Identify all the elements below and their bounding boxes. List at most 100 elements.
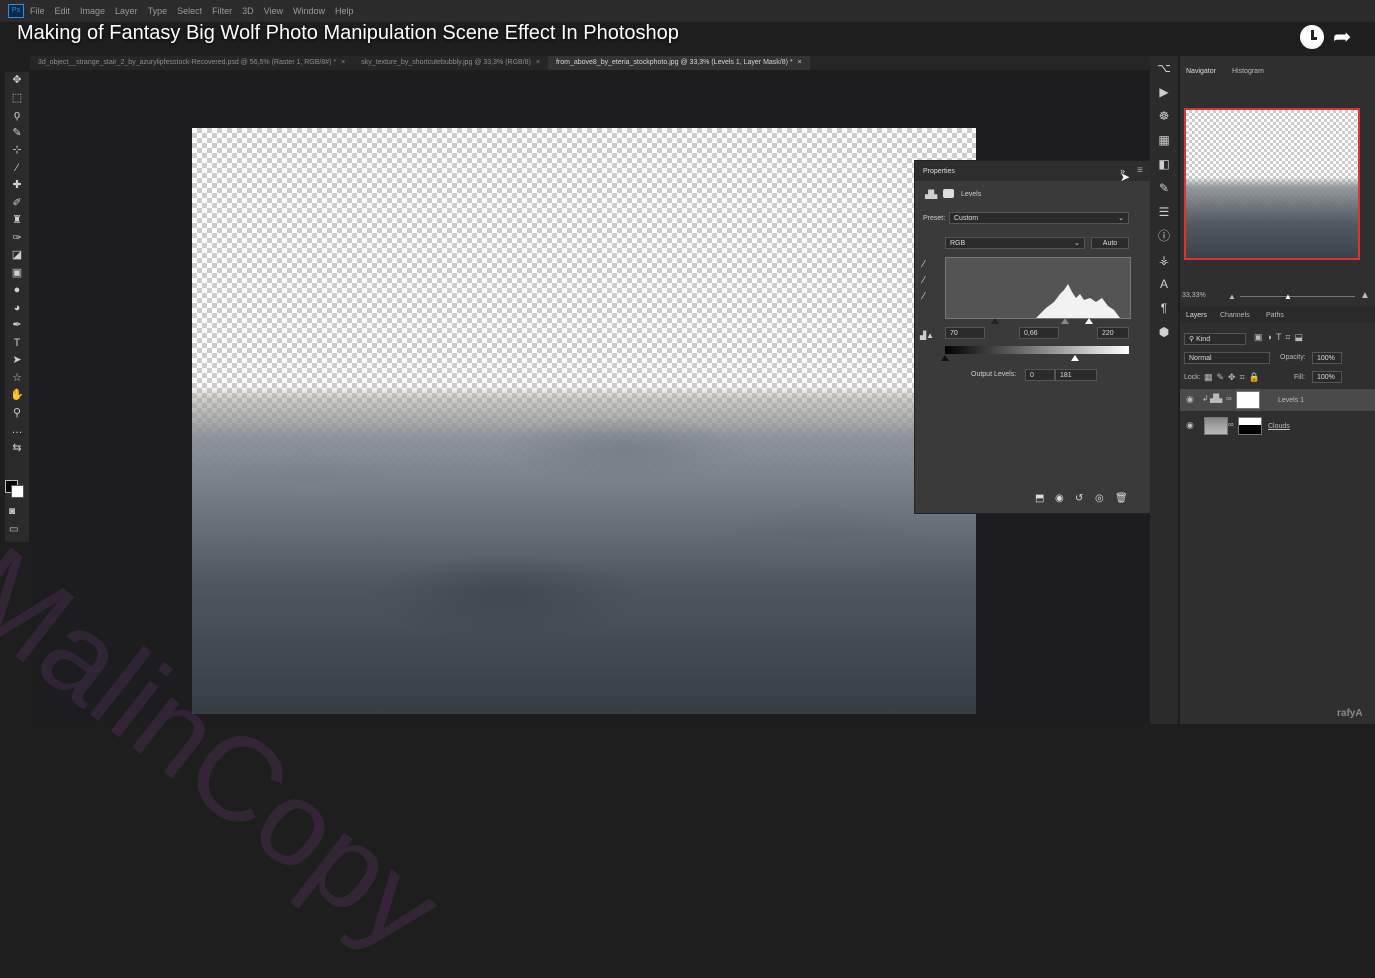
document-image[interactable] [192,128,976,714]
menu-edit[interactable]: Edit [55,6,71,16]
auto-button[interactable]: Auto [1091,237,1129,249]
tab-document-3[interactable]: from_above8_by_eteria_stockphoto.jpg @ 3… [547,56,810,70]
reset-icon[interactable]: ↺ [1075,493,1083,504]
view-previous-state-icon[interactable]: ◉ [1055,493,1064,504]
white-point-eyedropper-icon[interactable]: ⁄ [923,291,925,302]
quick-select-tool-icon[interactable]: ✎ [5,125,29,143]
screen-mode-icon[interactable]: ▭ [9,524,18,535]
layer-filter-kind[interactable]: ⚲ Kind [1184,333,1246,345]
close-icon[interactable]: × [798,59,802,66]
actions-play-icon[interactable]: ▶ [1150,80,1178,104]
pen-tool-icon[interactable]: ✒ [5,317,29,335]
layer-mask-thumbnail[interactable] [1238,417,1262,435]
shape-tool-icon[interactable]: ☆ [5,370,29,388]
tab-channels[interactable]: Channels [1220,312,1250,319]
tab-document-1[interactable]: 3d_object__strange_stair_2_by_azurylipfe… [30,56,353,70]
visibility-eye-icon[interactable]: ◎ [1095,493,1104,504]
input-gamma-field[interactable]: 0,66 [1019,327,1059,339]
input-gamma-slider[interactable] [1061,318,1069,324]
brush-settings-icon[interactable]: ✎ [1150,176,1178,200]
menu-3d[interactable]: 3D [242,6,254,16]
3d-materials-icon[interactable]: ⬢ [1150,320,1178,344]
link-icon[interactable]: ∞ [1228,420,1234,429]
zoom-tool-icon[interactable]: ⚲ [5,405,29,423]
brush-tool-icon[interactable]: ✐ [5,195,29,213]
zoom-out-icon[interactable]: ▲ [1228,292,1236,301]
type-tool-icon[interactable]: T [5,335,29,353]
eraser-tool-icon[interactable]: ◪ [5,247,29,265]
history-brush-tool-icon[interactable]: ✑ [5,230,29,248]
zoom-slider-track[interactable] [1240,296,1355,297]
navigator-thumbnail[interactable] [1184,108,1360,260]
opacity-field[interactable]: 100% [1312,352,1342,364]
quick-mask-icon[interactable]: ◙ [9,506,15,517]
layer-row-levels[interactable]: ◉ ↲ ▟▙ ∞ Levels 1 [1180,389,1375,411]
hand-tool-icon[interactable]: ✋ [5,387,29,405]
clone-stamp-tool-icon[interactable]: ♜ [5,212,29,230]
zoom-in-icon[interactable]: ▲ [1360,290,1370,301]
layer-filter-icons[interactable]: ▣◑T⌗⬓ [1254,332,1307,343]
blend-mode-dropdown[interactable]: Normal [1184,352,1270,364]
output-white-slider[interactable] [1071,355,1079,361]
layer-row-clouds[interactable]: ◉ ∞ Clouds [1180,415,1375,437]
lock-icons[interactable]: ▦✎✥⌗🔒 [1204,372,1264,383]
menu-layer[interactable]: Layer [115,6,138,16]
close-icon[interactable]: × [536,59,540,66]
output-white-field[interactable]: 181 [1055,369,1097,381]
lasso-tool-icon[interactable]: ϙ [5,107,29,125]
menu-window[interactable]: Window [293,6,325,16]
zoom-slider-handle[interactable]: ▲ [1284,292,1292,301]
info-icon[interactable]: ⓘ [1150,224,1178,248]
menu-file[interactable]: File [30,6,45,16]
visibility-eye-icon[interactable]: ◉ [1186,394,1194,405]
trash-icon[interactable]: 🗑 [1115,493,1128,504]
navigator-zoom-value[interactable]: 33,33% [1182,292,1206,299]
input-white-slider[interactable] [1085,318,1093,324]
layer-mask-thumbnail[interactable] [1236,391,1260,409]
tab-document-2[interactable]: sky_texture_by_shortcutebubbly.jpg @ 33,… [353,56,548,70]
output-black-field[interactable]: 0 [1025,369,1055,381]
more-tools-icon[interactable]: … [5,422,29,440]
channel-dropdown[interactable]: RGB ⌄ [945,237,1085,249]
gray-point-eyedropper-icon[interactable]: ⁄ [923,275,925,286]
menu-image[interactable]: Image [80,6,105,16]
path-select-tool-icon[interactable]: ➤ [5,352,29,370]
dodge-tool-icon[interactable]: ◕ [5,300,29,318]
move-tool-icon[interactable]: ✥ [5,72,29,90]
link-icon[interactable]: ∞ [1226,394,1232,403]
swap-colors-icon[interactable]: ⇆ [5,440,29,458]
menu-view[interactable]: View [264,6,283,16]
watch-later-icon[interactable] [1300,25,1324,49]
history-icon[interactable]: ⌥ [1150,56,1178,80]
preset-dropdown[interactable]: Custom ⌄ [949,212,1129,224]
crop-tool-icon[interactable]: ⊹ [5,142,29,160]
layer-mask-icon[interactable] [943,189,954,198]
panel-menu-icon[interactable]: ≡ [1137,165,1143,176]
adjustments-icon[interactable]: ◧ [1150,152,1178,176]
blur-tool-icon[interactable]: ● [5,282,29,300]
paragraph-icon[interactable]: ¶ [1150,296,1178,320]
fill-field[interactable]: 100% [1312,371,1342,383]
menu-type[interactable]: Type [148,6,168,16]
menu-select[interactable]: Select [177,6,202,16]
menu-help[interactable]: Help [335,6,354,16]
share-icon[interactable]: ➦ [1333,26,1351,48]
3d-icon[interactable]: ☸ [1150,104,1178,128]
gradient-tool-icon[interactable]: ▣ [5,265,29,283]
clone-source-icon[interactable]: ⚶ [1150,248,1178,272]
close-icon[interactable]: × [341,59,345,66]
healing-brush-tool-icon[interactable]: ✚ [5,177,29,195]
tab-paths[interactable]: Paths [1266,312,1284,319]
visibility-eye-icon[interactable]: ◉ [1186,420,1194,431]
eyedropper-tool-icon[interactable]: ⁄ [5,160,29,178]
input-black-slider[interactable] [991,318,999,324]
tab-layers[interactable]: Layers [1186,312,1207,319]
menu-filter[interactable]: Filter [212,6,232,16]
black-point-eyedropper-icon[interactable]: ⁄ [923,259,925,270]
layer-thumbnail[interactable] [1204,417,1228,435]
tab-navigator[interactable]: Navigator [1186,68,1216,75]
input-white-field[interactable]: 220 [1097,327,1129,339]
clip-to-layer-icon[interactable]: ⬒ [1035,493,1044,504]
character-icon[interactable]: A [1150,272,1178,296]
swatches-icon[interactable]: ▦ [1150,128,1178,152]
